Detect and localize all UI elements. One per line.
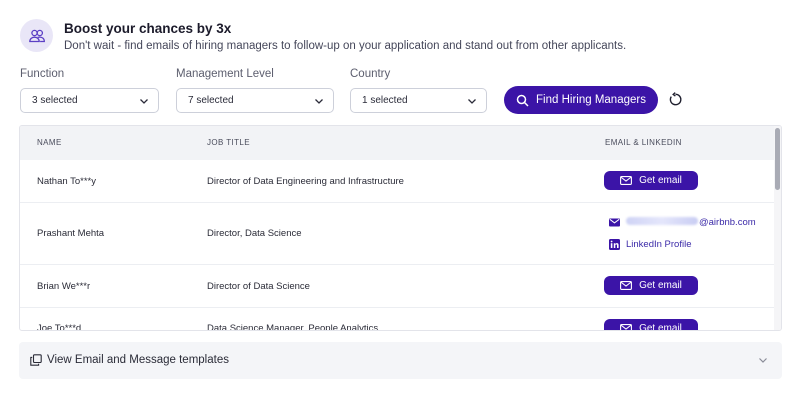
refresh-button[interactable] bbox=[666, 90, 684, 108]
copy-icon bbox=[30, 354, 42, 366]
get-email-button[interactable]: Get email bbox=[604, 171, 698, 190]
templates-label: View Email and Message templates bbox=[47, 354, 229, 366]
manager-name: Brian We***r bbox=[37, 281, 91, 292]
manager-name: Nathan To***y bbox=[37, 176, 96, 187]
management-level-select[interactable]: 7 selected bbox=[176, 88, 334, 113]
get-email-label: Get email bbox=[639, 280, 682, 291]
table-row: Joe To***d Data Science Manager, People … bbox=[20, 308, 781, 331]
linkedin-profile-link[interactable]: LinkedIn Profile bbox=[609, 239, 691, 250]
linkedin-icon bbox=[609, 239, 620, 250]
manager-name: Joe To***d bbox=[37, 323, 82, 331]
country-label: Country bbox=[350, 68, 391, 80]
job-title: Director, Data Science bbox=[207, 228, 302, 239]
table-row: Brian We***r Director of Data Science Ge… bbox=[20, 265, 781, 308]
country-select[interactable]: 1 selected bbox=[350, 88, 487, 113]
function-value: 3 selected bbox=[32, 95, 78, 106]
country-value: 1 selected bbox=[362, 95, 408, 106]
chevron-down-icon bbox=[759, 358, 767, 363]
chevron-down-icon bbox=[140, 99, 148, 104]
table-header: NAME JOB TITLE EMAIL & LINKEDIN bbox=[20, 126, 781, 160]
management-level-value: 7 selected bbox=[188, 95, 234, 106]
table-scrollbar[interactable] bbox=[774, 126, 781, 330]
job-title: Director of Data Engineering and Infrast… bbox=[207, 176, 404, 187]
chevron-down-icon bbox=[315, 99, 323, 104]
chevron-down-icon bbox=[468, 99, 476, 104]
header-email-linkedin: EMAIL & LINKEDIN bbox=[605, 138, 682, 147]
job-title: Director of Data Science bbox=[207, 281, 310, 292]
job-title: Data Science Manager, People Analytics bbox=[207, 323, 379, 331]
users-icon bbox=[20, 19, 53, 52]
redacted-email-user bbox=[626, 217, 698, 225]
mail-icon bbox=[609, 218, 620, 227]
scrollbar-thumb[interactable] bbox=[775, 128, 780, 190]
mail-icon bbox=[620, 176, 633, 185]
banner-title: Boost your chances by 3x bbox=[64, 21, 232, 36]
refresh-icon bbox=[669, 91, 681, 105]
table-row: Prashant Mehta Director, Data Science @a… bbox=[20, 203, 781, 265]
get-email-button[interactable]: Get email bbox=[604, 319, 698, 331]
table-row: Nathan To***y Director of Data Engineeri… bbox=[20, 160, 781, 203]
get-email-label: Get email bbox=[639, 175, 682, 186]
management-level-label: Management Level bbox=[176, 68, 274, 80]
find-button-label: Find Hiring Managers bbox=[536, 94, 646, 106]
hiring-managers-table: NAME JOB TITLE EMAIL & LINKEDIN Nathan T… bbox=[19, 125, 782, 331]
header-name: NAME bbox=[37, 138, 62, 147]
banner-subtitle: Don't wait - find emails of hiring manag… bbox=[64, 40, 627, 52]
find-hiring-managers-button[interactable]: Find Hiring Managers bbox=[504, 86, 658, 114]
function-select[interactable]: 3 selected bbox=[20, 88, 159, 113]
email-address[interactable]: @airbnb.com bbox=[609, 217, 756, 228]
templates-accordion[interactable]: View Email and Message templates bbox=[19, 342, 782, 379]
promo-banner: Boost your chances by 3x Don't wait - fi… bbox=[20, 18, 780, 62]
mail-icon bbox=[620, 281, 633, 290]
get-email-button[interactable]: Get email bbox=[604, 276, 698, 295]
get-email-label: Get email bbox=[639, 323, 682, 331]
manager-name: Prashant Mehta bbox=[37, 228, 105, 239]
linkedin-label: LinkedIn Profile bbox=[626, 239, 692, 250]
mail-icon bbox=[620, 324, 633, 330]
email-domain: @airbnb.com bbox=[699, 217, 756, 228]
function-label: Function bbox=[20, 68, 65, 80]
header-job-title: JOB TITLE bbox=[207, 138, 251, 147]
search-icon bbox=[516, 94, 529, 107]
